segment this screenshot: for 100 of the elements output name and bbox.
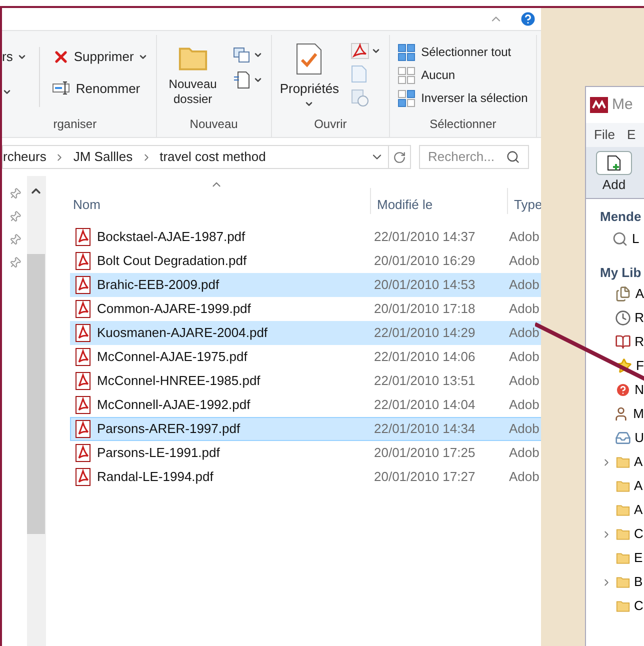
select-option-button[interactable]: Aucun [398,66,528,84]
scrollbar[interactable] [27,176,45,646]
scrollbar-thumb[interactable] [27,254,45,534]
new-folder-button[interactable]: Nouveau dossier [164,43,221,107]
clock-icon [614,310,631,326]
file-name: Brahic-EEB-2009.pdf [97,276,220,294]
file-name: Bockstael-AJAE-1987.pdf [97,228,246,246]
file-row[interactable]: Common-AJARE-1999.pdf 20/01/2010 17:18 Adob [70,297,542,321]
section-heading: My Lib [600,264,642,282]
library-item[interactable]: E [600,546,644,570]
delete-button[interactable]: Supprimer [52,47,148,66]
file-type: Adob [509,324,540,342]
file-row[interactable]: Kuosmanen-AJARE-2004.pdf 22/01/2010 14:29 Adob [70,321,542,345]
library-item[interactable]: L [600,226,644,250]
help-icon[interactable] [519,10,537,28]
library-item[interactable]: A [600,282,644,306]
new-item-button[interactable] [232,47,263,63]
file-row[interactable]: Randal-LE-1994.pdf 20/01/2010 17:27 Adob [70,465,542,489]
library-item[interactable]: A [600,498,644,522]
library-item[interactable]: F [600,354,644,378]
file-date: 22/01/2010 14:34 [373,420,476,438]
pdf-file-icon [75,468,91,486]
file-name: Parsons-ARER-1997.pdf [97,420,240,438]
edit-document-icon [351,65,368,83]
select-option-button[interactable]: Sélectionner tout [398,43,528,61]
search-field[interactable]: Recherch... [419,145,529,169]
select-option-button[interactable]: Inverser la sélection [398,89,528,107]
selection-grid-icon [398,66,416,84]
ribbon-group-label: rganiser [52,116,98,133]
ribbon-group-label: Ouvrir [313,116,348,133]
file-date: 22/01/2010 14:29 [373,324,476,342]
pdf-file-icon [75,276,91,294]
file-row[interactable]: McConnel-AJAE-1975.pdf 22/01/2010 14:06 Adob [70,345,542,369]
column-header[interactable]: Nom [70,194,370,214]
star-icon [616,358,632,374]
pdf-file-icon [75,444,91,462]
menu-item[interactable]: E [626,125,636,145]
library-item[interactable]: C [600,594,644,618]
breadcrumb-item[interactable]: travel cost method [160,147,266,167]
folder-icon [616,479,630,493]
library-item[interactable]: R [600,330,644,354]
inbox-icon [614,430,631,446]
selection-grid-icon [398,90,416,106]
library-item[interactable]: M [600,402,644,426]
file-row[interactable]: Parsons-LE-1991.pdf 20/01/2010 17:25 Adob [70,441,542,465]
pdf-reader-icon [351,43,370,59]
section-heading: Mende [600,208,642,226]
folder-icon [616,455,630,469]
file-row[interactable]: Parsons-ARER-1997.pdf 22/01/2010 14:34 Adob [70,417,542,441]
folder-icon [616,551,630,565]
app-logo-icon [590,97,608,113]
file-name: Randal-LE-1994.pdf [97,468,214,486]
pdf-file-icon [75,372,91,390]
column-header[interactable]: Modifié le [371,194,507,214]
library-item[interactable]: B [600,570,644,594]
address-bar[interactable]: rcheurs JM Sallles travel cost method [2,145,411,169]
library-item[interactable]: N [600,378,644,402]
easy-access-button[interactable] [232,71,263,89]
ribbon-group-label: Nouveau [188,116,239,133]
file-row[interactable]: Bockstael-AJAE-1987.pdf 22/01/2010 14:37 Adob [70,225,542,249]
library-item[interactable]: R [600,306,644,330]
pdf-file-icon [75,252,91,270]
breadcrumb-item[interactable]: rcheurs [3,147,46,167]
column-header[interactable]: Type [508,194,542,214]
dropdown-caret-icon [252,75,263,85]
properties-button[interactable]: Propriétés [280,43,340,108]
file-name: Bolt Cout Degradation.pdf [97,252,247,270]
file-name: Kuosmanen-AJARE-2004.pdf [97,324,268,342]
file-date: 20/01/2010 17:18 [373,300,476,318]
rename-button[interactable]: Renommer [52,78,148,98]
history-icon [351,89,370,107]
file-row[interactable]: McConnel-HNREE-1985.pdf 22/01/2010 13:51 Adob [70,369,542,393]
file-name: McConnell-AJAE-1992.pdf [97,396,250,414]
file-type: Adob [509,396,540,414]
library-item[interactable]: C [600,522,644,546]
folder-icon [616,503,630,517]
file-row[interactable]: Bolt Cout Degradation.pdf 20/01/2010 16:29 Adob [70,249,542,273]
move-to-button[interactable]: rs [2,47,27,66]
file-name: McConnel-HNREE-1985.pdf [97,372,260,390]
folder-icon [616,599,630,613]
folder-icon [616,575,630,589]
library-item[interactable]: U [600,426,644,450]
file-row[interactable]: McConnell-AJAE-1992.pdf 22/01/2010 14:04 Adob [70,393,542,417]
file-date: 20/01/2010 17:27 [373,468,476,486]
file-type: Adob [509,228,540,246]
file-type: Adob [509,300,540,318]
search-icon [612,230,628,246]
file-row[interactable]: Brahic-EEB-2009.pdf 20/01/2010 14:53 Adob [70,273,542,297]
library-item[interactable]: A [600,450,644,474]
file-date: 22/01/2010 14:04 [373,396,476,414]
file-date: 22/01/2010 14:37 [373,228,476,246]
file-type: Adob [509,252,540,270]
library-item[interactable]: A [600,474,644,498]
open-with-button[interactable] [351,43,382,59]
file-type: Adob [509,444,540,462]
refresh-icon[interactable] [393,150,406,164]
new-item-icon [232,47,251,63]
rename-icon [52,81,72,96]
menu-item[interactable]: File [594,125,615,145]
breadcrumb-item[interactable]: JM Sallles [73,147,133,167]
